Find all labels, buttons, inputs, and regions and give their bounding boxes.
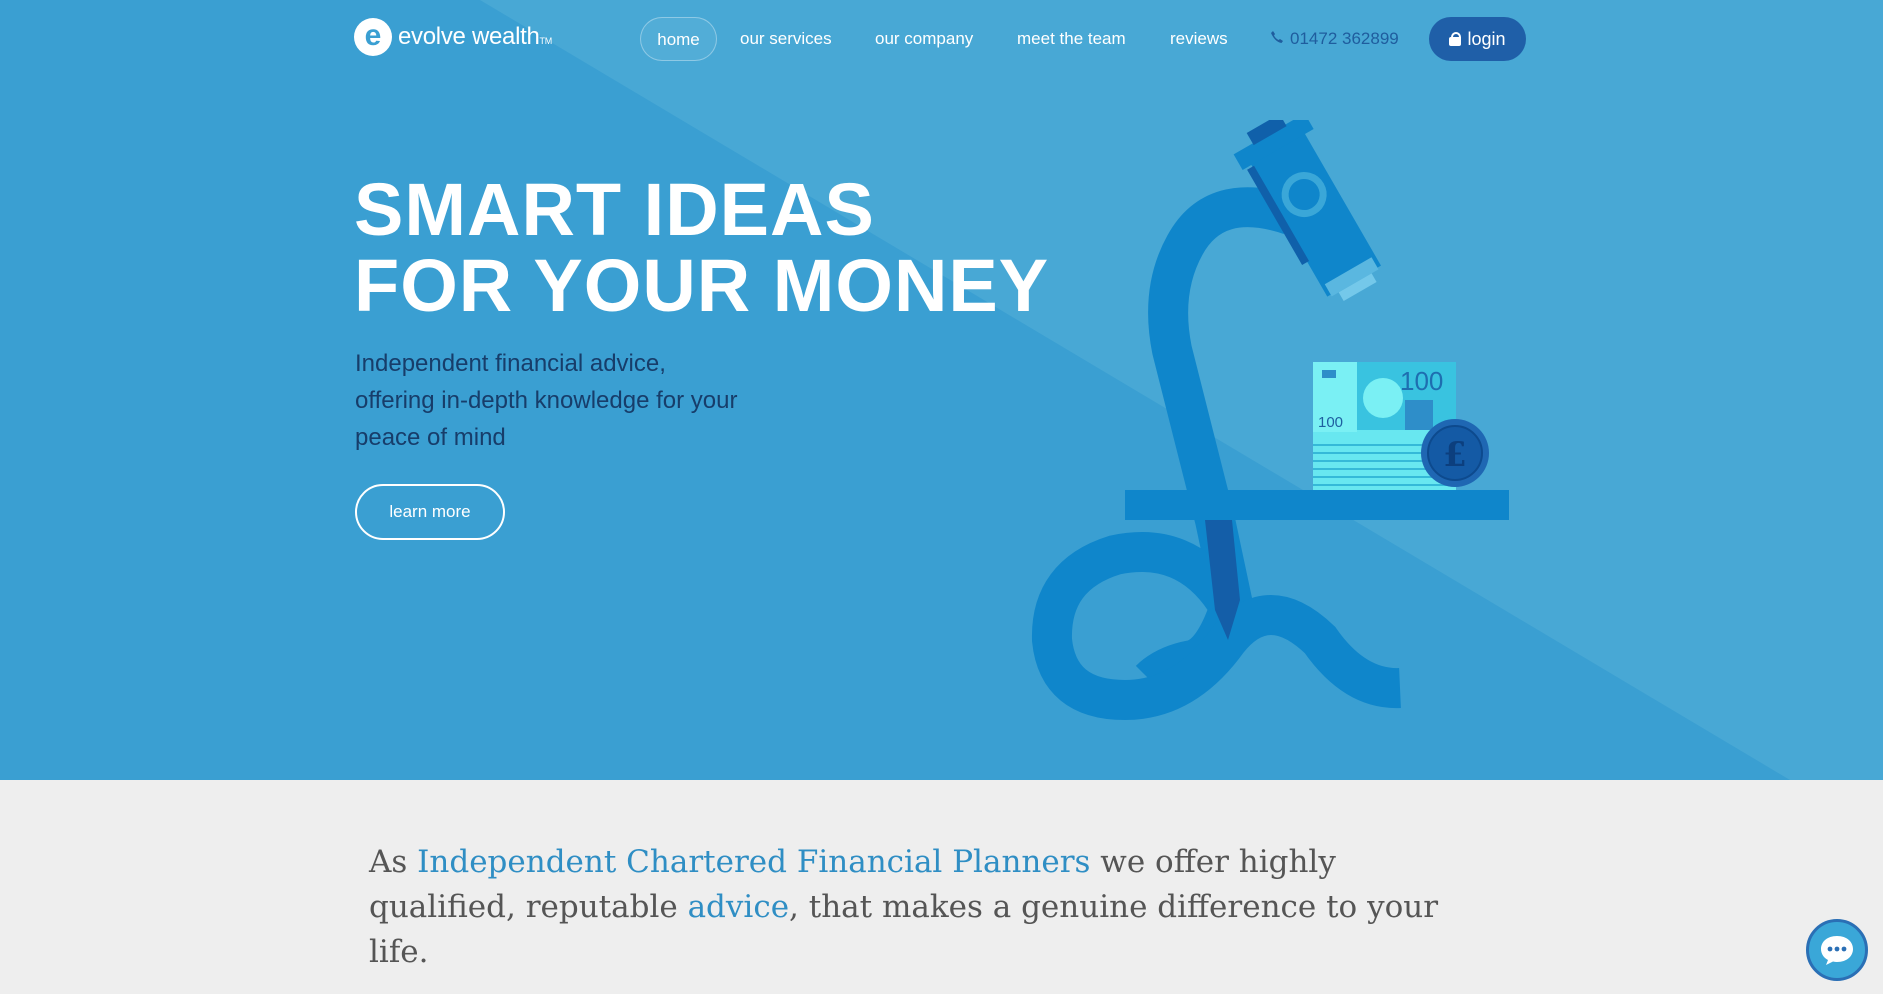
microscope-pound-illustration: 100 100 £ bbox=[1031, 120, 1509, 721]
chat-widget-button[interactable] bbox=[1806, 919, 1868, 981]
advice-link[interactable]: advice bbox=[688, 889, 789, 925]
pound-coin: £ bbox=[1421, 419, 1489, 487]
learn-more-button[interactable]: learn more bbox=[355, 484, 505, 540]
banknote-small-value: 100 bbox=[1318, 414, 1343, 431]
subtext-line-3: peace of mind bbox=[355, 424, 506, 451]
subtext-line-2: offering in-depth knowledge for your bbox=[355, 387, 738, 414]
banknote-large-value: 100 bbox=[1400, 366, 1443, 396]
hero-subtext: Independent financial advice, offering i… bbox=[355, 345, 815, 456]
login-label: login bbox=[1467, 28, 1506, 49]
phone-icon bbox=[1270, 18, 1284, 62]
lock-icon bbox=[1449, 32, 1462, 46]
logo-letter: e bbox=[364, 19, 382, 52]
headline-line-2: FOR YOUR MONEY bbox=[354, 244, 1050, 327]
subtext-line-1: Independent financial advice, bbox=[355, 350, 666, 377]
nav-our-company[interactable]: our company bbox=[875, 17, 973, 61]
phone-link[interactable]: 01472 362899 bbox=[1270, 17, 1399, 61]
hero-section: e evolve wealthTM home our services our … bbox=[0, 0, 1883, 780]
nav-our-services[interactable]: our services bbox=[740, 17, 832, 61]
brand-name: evolve wealthTM bbox=[398, 23, 552, 50]
hero-background-shape bbox=[480, 0, 1883, 780]
microscope-stage bbox=[1125, 490, 1509, 520]
headline-line-1: SMART IDEAS bbox=[354, 168, 875, 251]
logo[interactable]: e evolve wealthTM bbox=[354, 17, 552, 57]
phone-number: 01472 362899 bbox=[1290, 29, 1399, 48]
chat-bubble-icon bbox=[1821, 936, 1853, 965]
nav-meet-the-team[interactable]: meet the team bbox=[1017, 17, 1126, 61]
hero-headline: SMART IDEAS FOR YOUR MONEY bbox=[354, 172, 1049, 324]
nav-reviews[interactable]: reviews bbox=[1170, 17, 1228, 61]
login-button[interactable]: login bbox=[1429, 17, 1526, 61]
nav-home[interactable]: home bbox=[640, 17, 717, 61]
chartered-planners-link[interactable]: Independent Chartered Financial Planners bbox=[417, 844, 1090, 880]
logo-mark: e bbox=[354, 18, 392, 56]
coin-symbol: £ bbox=[1443, 435, 1467, 475]
intro-statement: As Independent Chartered Financial Plann… bbox=[369, 844, 1439, 970]
